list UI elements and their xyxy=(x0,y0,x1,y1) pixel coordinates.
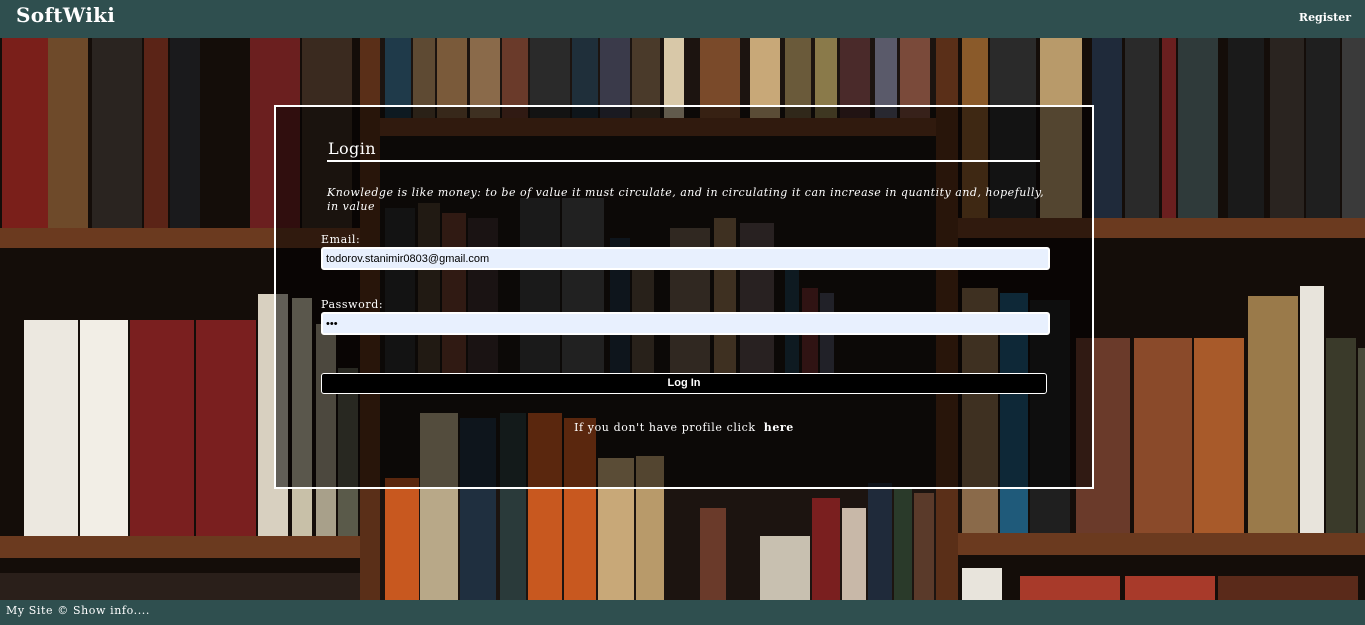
login-title: Login xyxy=(328,139,376,158)
password-field[interactable] xyxy=(321,312,1050,335)
login-button[interactable]: Log In xyxy=(321,373,1047,394)
register-hint-text: If you don't have profile click xyxy=(574,421,756,434)
email-field[interactable] xyxy=(321,247,1050,270)
brand-logo[interactable]: SoftWiki xyxy=(16,3,115,27)
footer: My Site © Show info.... xyxy=(0,600,1365,625)
top-nav: SoftWiki Register xyxy=(0,0,1365,38)
login-form: Login Knowledge is like money: to be of … xyxy=(274,105,1094,489)
email-label: Email: xyxy=(321,233,361,246)
title-divider xyxy=(327,160,1040,162)
register-link[interactable]: Register xyxy=(1299,11,1351,24)
login-quote: Knowledge is like money: to be of value … xyxy=(327,186,1045,213)
password-label: Password: xyxy=(321,298,384,311)
here-link[interactable]: here xyxy=(764,421,794,434)
footer-text[interactable]: My Site © Show info.... xyxy=(6,604,150,617)
register-hint: If you don't have profile click here xyxy=(276,421,1092,434)
